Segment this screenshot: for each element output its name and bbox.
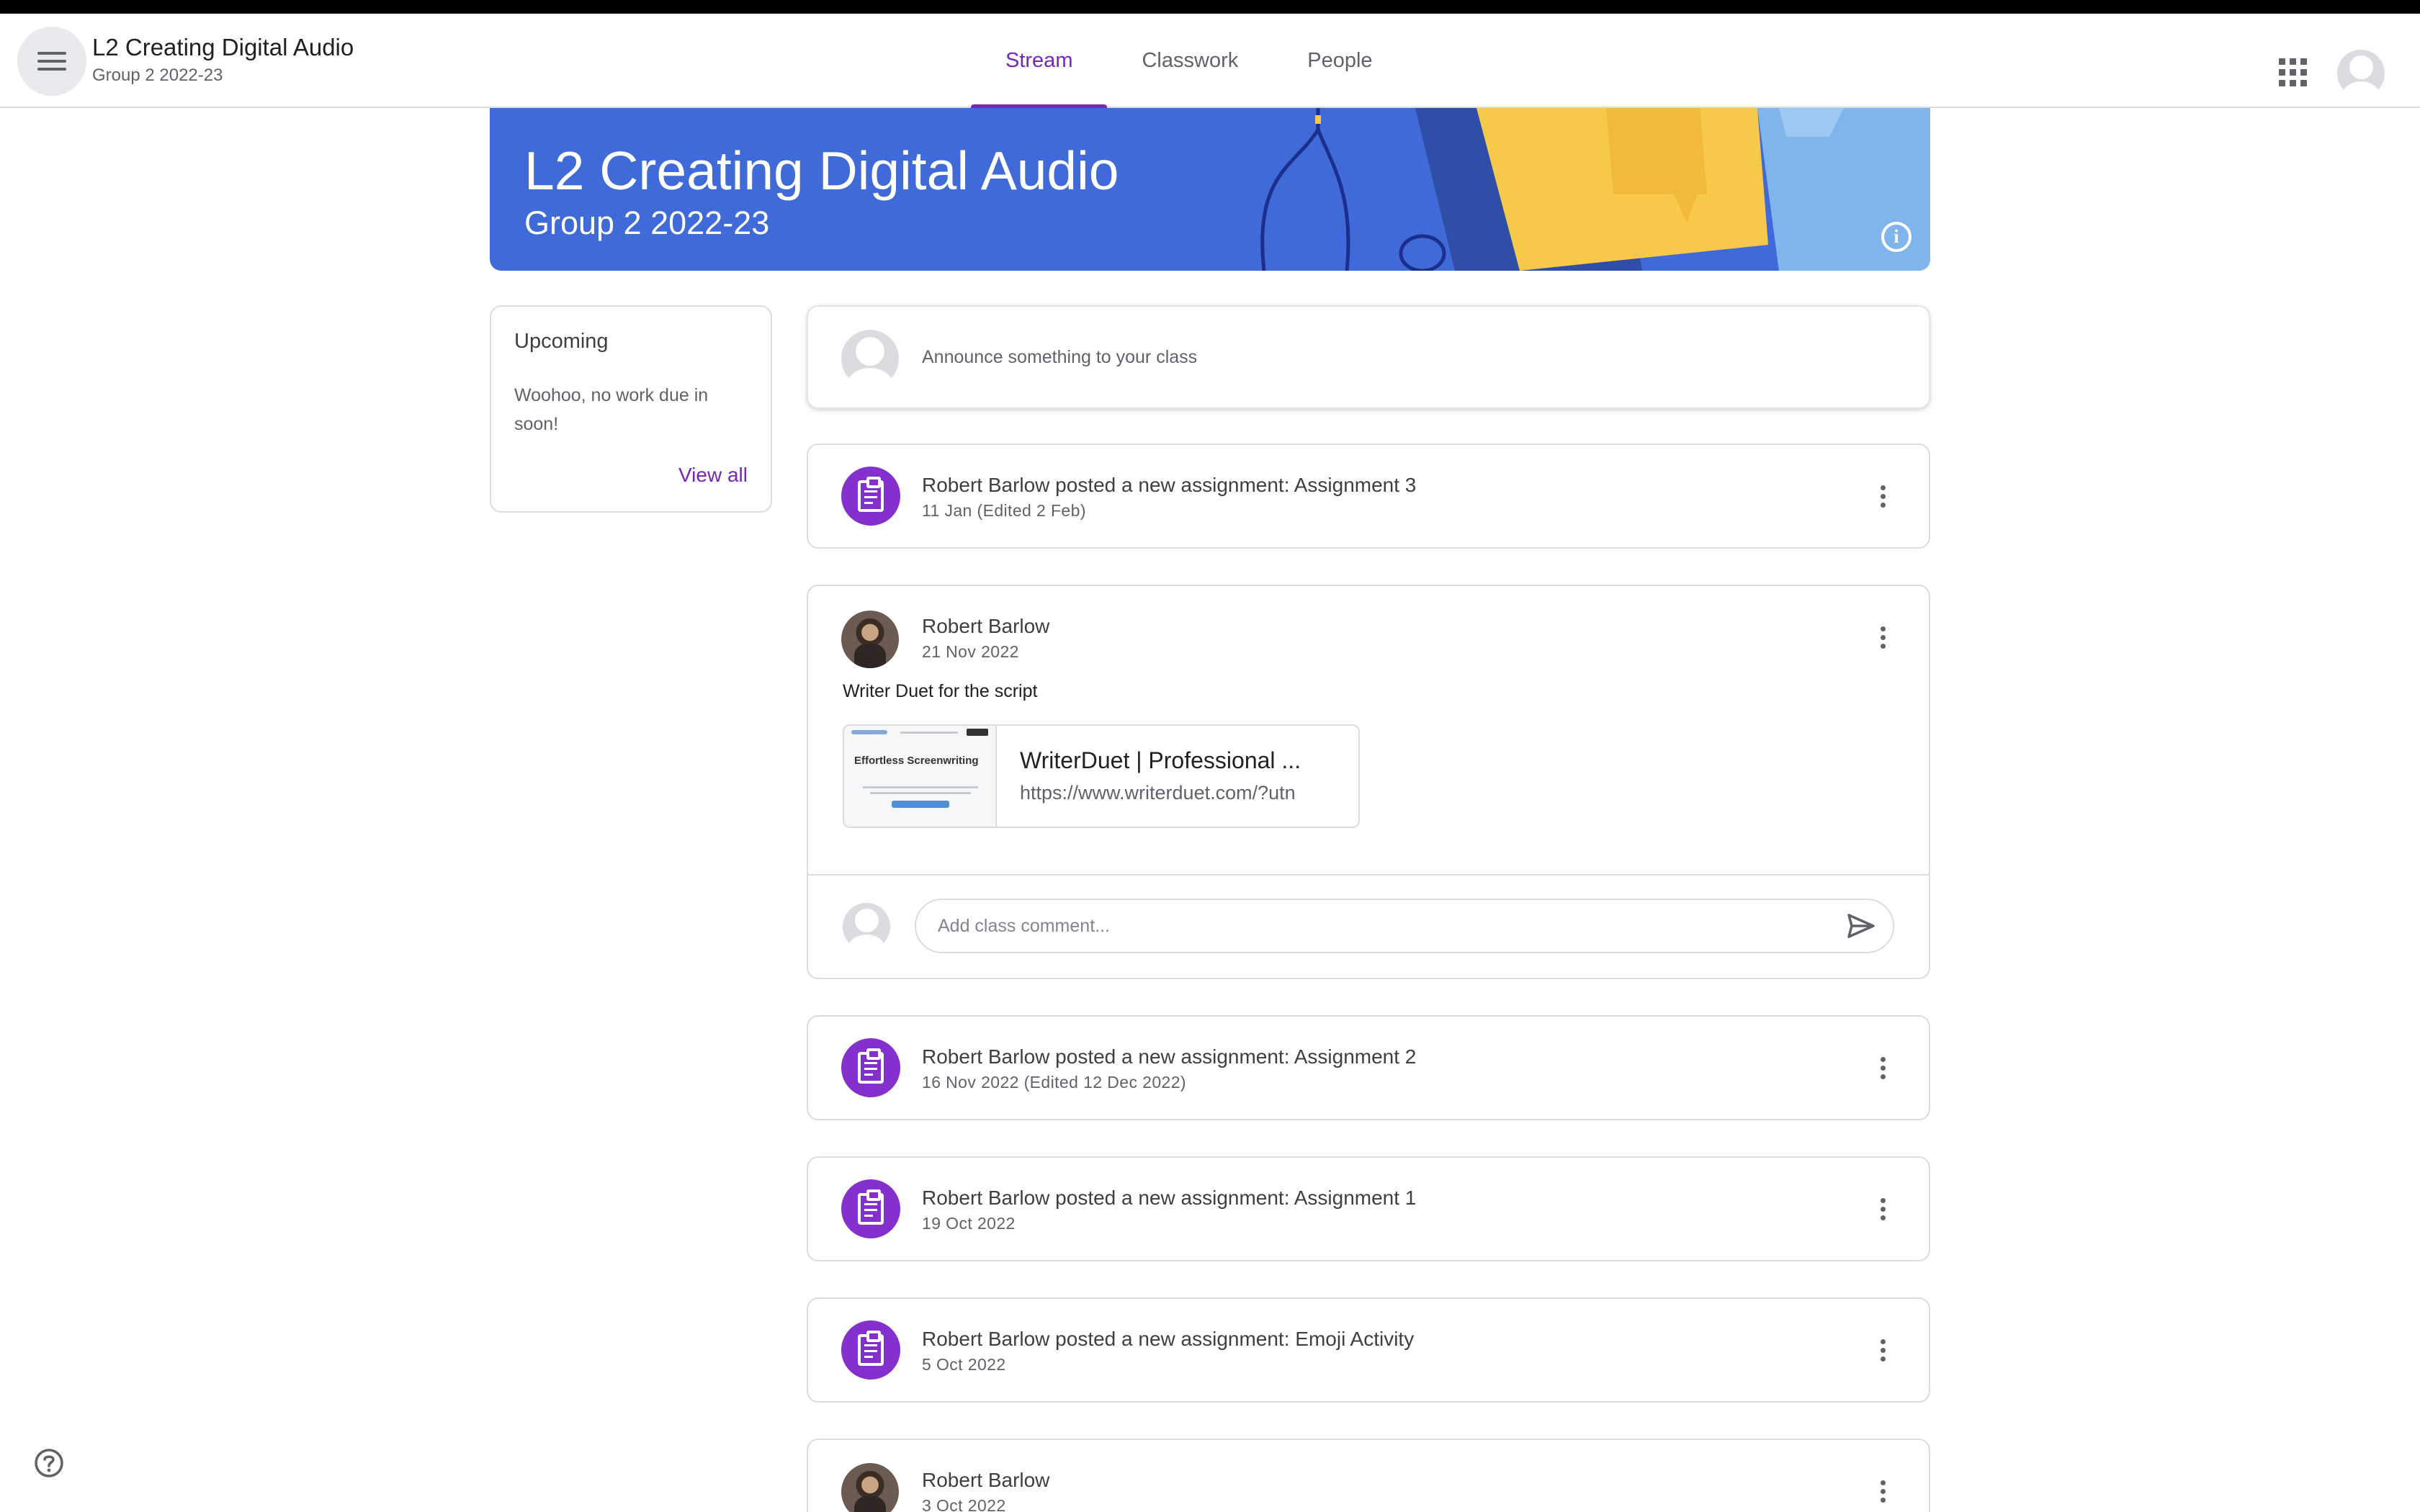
tab-people[interactable]: People [1273, 14, 1407, 108]
comment-placeholder: Add class comment... [938, 916, 1110, 936]
more-vert-icon[interactable] [1878, 624, 1887, 652]
post-date: 21 Nov 2022 [922, 642, 1019, 661]
class-comment-input[interactable]: Add class comment... [915, 899, 1894, 953]
banner-subtitle: Group 2 2022-23 [524, 204, 770, 241]
post-title[interactable]: Robert Barlow posted a new assignment: E… [922, 1328, 1414, 1351]
link-title[interactable]: WriterDuet | Professional ... [1020, 747, 1301, 774]
class-banner: L2 Creating Digital Audio Group 2 2022-2… [490, 108, 1930, 271]
top-strip [0, 0, 2420, 14]
header-class-title[interactable]: L2 Creating Digital Audio [92, 34, 354, 61]
view-all-link[interactable]: View all [678, 464, 748, 487]
post-author: Robert Barlow [922, 1469, 1050, 1491]
apps-grid-icon[interactable] [2279, 58, 2308, 87]
link-url[interactable]: https://www.writerduet.com/?utn [1020, 782, 1296, 804]
header-class-subtitle: Group 2 2022-23 [92, 66, 223, 85]
send-icon[interactable] [1847, 913, 1876, 939]
stream-item-assignment[interactable]: Robert Barlow posted a new assignment: A… [807, 444, 1930, 549]
divider [808, 874, 1929, 876]
main-menu-button[interactable] [17, 27, 86, 96]
author-avatar [841, 1463, 899, 1512]
upcoming-heading: Upcoming [514, 330, 609, 353]
tab-classwork[interactable]: Classwork [1107, 14, 1273, 108]
more-vert-icon[interactable] [1878, 1336, 1887, 1365]
announce-box[interactable]: Announce something to your class [807, 305, 1930, 409]
post-date: 5 Oct 2022 [922, 1355, 1006, 1374]
more-vert-icon[interactable] [1878, 1195, 1887, 1224]
stream-item-assignment[interactable]: Robert Barlow posted a new assignment: E… [807, 1297, 1930, 1403]
thumbnail-heading: Effortless Screenwriting [854, 755, 979, 767]
stream-item-post: Robert Barlow 3 Oct 2022 [807, 1439, 1930, 1512]
info-icon[interactable]: i [1881, 222, 1912, 252]
stream-item-assignment[interactable]: Robert Barlow posted a new assignment: A… [807, 1156, 1930, 1261]
banner-title: L2 Creating Digital Audio [524, 140, 1119, 201]
assignment-icon [841, 1320, 900, 1380]
user-avatar [841, 330, 899, 387]
announce-placeholder[interactable]: Announce something to your class [922, 347, 1197, 368]
post-title[interactable]: Robert Barlow posted a new assignment: A… [922, 1045, 1416, 1068]
more-vert-icon[interactable] [1878, 482, 1887, 511]
stream-item-assignment[interactable]: Robert Barlow posted a new assignment: A… [807, 1015, 1930, 1120]
post-author: Robert Barlow [922, 615, 1050, 637]
upcoming-panel: Upcoming Woohoo, no work due in soon! Vi… [490, 305, 772, 513]
hamburger-icon [37, 52, 66, 71]
user-avatar [843, 903, 890, 950]
more-vert-icon[interactable] [1878, 1054, 1887, 1083]
post-date: 11 Jan (Edited 2 Feb) [922, 501, 1086, 520]
stream-item-post: Robert Barlow 21 Nov 2022 Writer Duet fo… [807, 585, 1930, 979]
post-title[interactable]: Robert Barlow posted a new assignment: A… [922, 474, 1416, 497]
link-attachment[interactable]: Effortless Screenwriting WriterDuet | Pr… [843, 724, 1360, 828]
assignment-icon [841, 1038, 900, 1097]
post-title[interactable]: Robert Barlow posted a new assignment: A… [922, 1187, 1416, 1210]
account-avatar[interactable] [2337, 50, 2385, 97]
post-date: 19 Oct 2022 [922, 1214, 1016, 1233]
post-date: 3 Oct 2022 [922, 1496, 1006, 1512]
link-thumbnail: Effortless Screenwriting [844, 726, 997, 827]
post-body: Writer Duet for the script [843, 681, 1038, 701]
class-tabs: Stream Classwork People [971, 14, 1407, 109]
author-avatar [841, 611, 899, 668]
assignment-icon [841, 467, 900, 526]
assignment-icon [841, 1179, 900, 1238]
post-date: 16 Nov 2022 (Edited 12 Dec 2022) [922, 1073, 1186, 1092]
more-vert-icon[interactable] [1878, 1477, 1887, 1506]
upcoming-message: Woohoo, no work due in soon! [514, 385, 709, 434]
tab-stream[interactable]: Stream [971, 14, 1108, 109]
help-icon[interactable] [34, 1448, 64, 1478]
